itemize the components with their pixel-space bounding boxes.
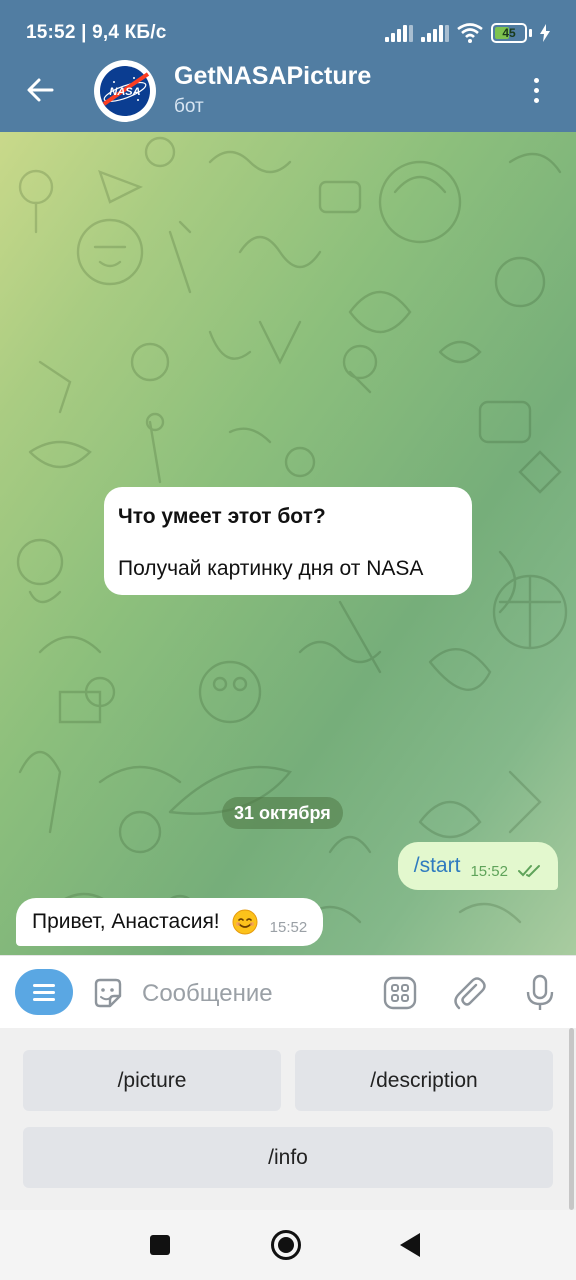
top-bar: 15:52 | 9,4 КБ/с 45 NASA GetNASAPicture … [0, 0, 576, 132]
system-navigation-bar [0, 1210, 576, 1280]
keyboard-button-picture[interactable]: /picture [23, 1050, 281, 1111]
battery-icon: 45 [491, 23, 527, 43]
bot-menu-button[interactable] [15, 969, 73, 1015]
bot-reply-keyboard: /picture /description /info [0, 1028, 576, 1210]
message-text[interactable]: /start [414, 854, 461, 878]
bot-keyboard-icon[interactable] [382, 975, 418, 1011]
paperclip-icon[interactable] [452, 975, 488, 1011]
recent-apps-icon[interactable] [150, 1235, 170, 1255]
bot-info-card: Что умеет этот бот? Получай картинку дня… [104, 487, 472, 595]
keyboard-button-description[interactable]: /description [295, 1050, 553, 1111]
message-time: 15:52 [470, 862, 508, 880]
keyboard-button-info[interactable]: /info [23, 1127, 553, 1188]
keyboard-scrollbar[interactable] [569, 1028, 574, 1210]
signal-icon-2 [421, 24, 449, 42]
svg-text:NASA: NASA [109, 86, 140, 98]
smiling-face-emoji-icon [232, 909, 258, 935]
more-options-icon[interactable] [518, 72, 554, 108]
microphone-icon[interactable] [522, 973, 558, 1013]
back-arrow-icon[interactable] [22, 72, 58, 108]
bot-info-description: Получай картинку дня от NASA [118, 557, 424, 580]
signal-icon [385, 24, 413, 42]
nav-back-icon[interactable] [400, 1233, 420, 1257]
message-input-bar [0, 955, 576, 1028]
double-check-icon [518, 865, 540, 878]
chat-subtitle: бот [174, 96, 204, 117]
charging-icon [540, 24, 550, 42]
chat-title[interactable]: GetNASAPicture [174, 62, 371, 91]
message-text: Привет, Анастасия! [32, 910, 220, 933]
status-time: 15:52 | 9,4 КБ/с [26, 22, 167, 43]
bot-info-title: Что умеет этот бот? [118, 505, 326, 528]
outgoing-message[interactable]: /start 15:52 [397, 842, 558, 890]
status-icons: 45 [385, 20, 550, 46]
avatar[interactable]: NASA [94, 60, 156, 122]
home-icon[interactable] [271, 1230, 301, 1260]
battery-cap [529, 29, 532, 37]
nasa-logo-icon: NASA [100, 66, 150, 116]
date-separator: 31 октября [222, 797, 343, 829]
status-bar: 15:52 | 9,4 КБ/с 45 [0, 0, 576, 64]
message-time: 15:52 [269, 918, 308, 936]
chat-area[interactable]: Что умеет этот бот? Получай картинку дня… [0, 132, 576, 955]
message-input[interactable] [142, 974, 362, 1014]
sticker-emoji-icon[interactable] [90, 976, 126, 1012]
wifi-icon [457, 23, 483, 43]
incoming-message[interactable]: Привет, Анастасия! 15:52 [16, 898, 324, 946]
